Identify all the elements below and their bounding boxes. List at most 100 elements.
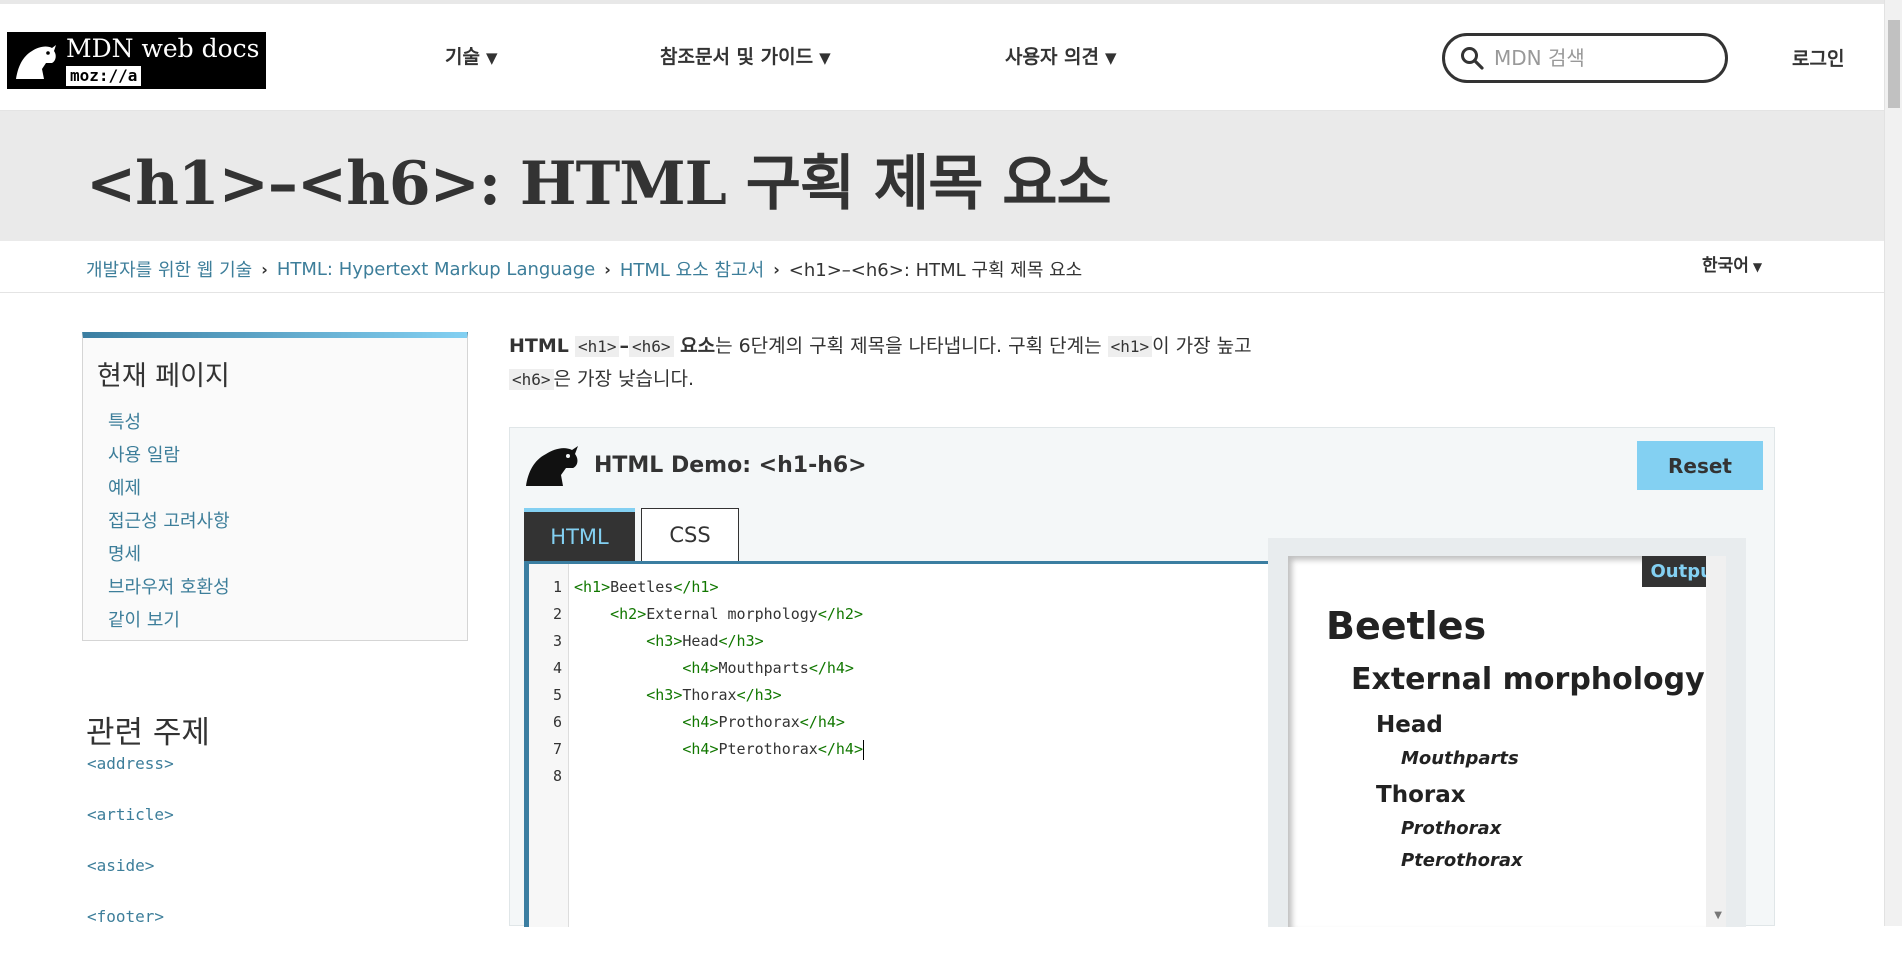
toc-item: 사용 일람 (108, 443, 230, 476)
text-cursor (863, 739, 864, 760)
output-scrollbar[interactable]: ▼ (1706, 556, 1726, 927)
toc-link-see-also[interactable]: 같이 보기 (108, 610, 180, 631)
demo-header: HTML Demo: <h1-h6> (524, 442, 867, 488)
caret-down-icon: ▼ (485, 49, 498, 67)
related-link-address[interactable]: <address> (87, 754, 174, 773)
language-selector[interactable]: 한국어 ▼ (1702, 251, 1762, 276)
code-line[interactable]: <h4>Pterothorax</h4> (574, 736, 864, 763)
page-title: <h1>–<h6>: HTML 구획 제목 요소 (86, 149, 1112, 219)
dinosaur-icon (7, 32, 62, 89)
mdn-logo[interactable]: MDN web docs moz://a (7, 32, 266, 89)
toc-link-specifications[interactable]: 명세 (108, 544, 141, 565)
intro-bold-tail: 요소 (673, 335, 716, 357)
toc-item: 명세 (108, 542, 230, 575)
toc-link-attributes[interactable]: 특성 (108, 412, 141, 433)
line-number: 5 (552, 686, 562, 704)
tab-html[interactable]: HTML (524, 508, 635, 561)
related-item: <address> (87, 752, 174, 803)
output-h2: External morphology (1351, 662, 1705, 697)
intro-code-h6-second: <h6> (509, 369, 554, 390)
line-number: 2 (552, 605, 562, 623)
logo-mozilla: moz://a (66, 66, 142, 86)
toc-item: 브라우저 호환성 (108, 575, 230, 608)
code-lines[interactable]: <h1>Beetles</h1> <h2>External morphology… (574, 574, 864, 790)
code-text: Mouthparts (718, 659, 809, 677)
nav-label: 참조문서 및 가이드 (660, 46, 814, 68)
code-text: Head (682, 632, 719, 650)
intro-code-h6: <h6> (628, 336, 674, 357)
reset-button[interactable]: Reset (1637, 441, 1763, 490)
code-close-tag: </h4> (799, 713, 845, 731)
code-line[interactable]: <h2>External morphology</h2> (574, 601, 864, 628)
related-item: <footer> (87, 905, 174, 956)
dinosaur-icon (524, 442, 580, 488)
breadcrumb-web-tech[interactable]: 개발자를 위한 웹 기술 (86, 256, 252, 282)
code-open-tag: <h3> (646, 686, 683, 704)
related-item: <article> (87, 803, 174, 854)
breadcrumb-html[interactable]: HTML: Hypertext Markup Language (277, 259, 595, 280)
toc-panel: 현재 페이지 특성 사용 일람 예제 접근성 고려사항 명세 브라우저 호환성 … (82, 332, 468, 641)
output-h4-pterothorax: Pterothorax (1401, 850, 1523, 871)
toc-link-usage[interactable]: 사용 일람 (108, 445, 180, 466)
interactive-demo: HTML Demo: <h1-h6> Reset HTML CSS 1 2 3 … (509, 427, 1775, 927)
toc-item: 같이 보기 (108, 608, 230, 641)
code-open-tag: <h3> (646, 632, 683, 650)
intro-paragraph: HTML <h1> – <h6> 요소는 6단계의 구획 제목을 나타냅니다. 구획… (509, 330, 1339, 396)
code-line[interactable]: <h4>Prothorax</h4> (574, 709, 864, 736)
toc-title: 현재 페이지 (97, 361, 230, 392)
search-box[interactable] (1442, 33, 1728, 83)
site-header: MDN web docs moz://a 기술 ▼ 참조문서 및 가이드 ▼ 사용자… (0, 4, 1884, 111)
related-link-footer[interactable]: <footer> (87, 907, 164, 926)
output-frame[interactable]: Beetles External morphology Head Mouthpa… (1288, 556, 1726, 927)
code-close-tag: </h3> (718, 632, 764, 650)
code-editor[interactable]: 1 2 3 4 5 6 7 8 <h1>Beetles</h1> <h2>Ext… (524, 561, 1290, 927)
code-text: Thorax (682, 686, 737, 704)
code-line[interactable]: <h3>Thorax</h3> (574, 682, 864, 709)
output-container: Beetles External morphology Head Mouthpa… (1268, 538, 1746, 927)
page-scrollbar[interactable] (1884, 0, 1902, 926)
logo-title: MDN web docs (66, 34, 260, 63)
code-open-tag: <h1> (574, 578, 611, 596)
scrollbar-thumb[interactable] (1888, 20, 1900, 108)
search-icon[interactable] (1460, 46, 1484, 70)
language-label: 한국어 (1702, 256, 1749, 276)
line-number: 3 (552, 632, 562, 650)
code-close-tag: </h4> (817, 740, 863, 758)
login-link[interactable]: 로그인 (1792, 44, 1844, 71)
code-text: Pterothorax (718, 740, 818, 758)
code-line[interactable]: <h4>Mouthparts</h4> (574, 655, 864, 682)
toc-link-browser-compat[interactable]: 브라우저 호환성 (108, 577, 230, 598)
output-h4-prothorax: Prothorax (1401, 818, 1502, 839)
output-h3-thorax: Thorax (1376, 782, 1466, 808)
intro-code-h1-second: <h1> (1107, 336, 1153, 357)
tab-css[interactable]: CSS (641, 508, 739, 561)
breadcrumb-html-elements[interactable]: HTML 요소 참고서 (620, 256, 764, 282)
nav-references-guides[interactable]: 참조문서 및 가이드 ▼ (660, 42, 831, 69)
demo-title: HTML Demo: <h1-h6> (594, 452, 867, 478)
nav-technologies[interactable]: 기술 ▼ (445, 42, 498, 69)
related-link-article[interactable]: <article> (87, 805, 174, 824)
related-title: 관련 주제 (86, 715, 210, 751)
code-line[interactable] (574, 763, 864, 790)
toc-list: 특성 사용 일람 예제 접근성 고려사항 명세 브라우저 호환성 같이 보기 (108, 410, 230, 641)
code-line[interactable]: <h3>Head</h3> (574, 628, 864, 655)
search-input[interactable] (1492, 45, 1716, 71)
scroll-down-arrow-icon[interactable]: ▼ (1714, 910, 1722, 921)
related-link-aside[interactable]: <aside> (87, 856, 154, 875)
intro-text: 이 가장 높고 (1152, 335, 1252, 357)
intro-lead: HTML (509, 335, 569, 357)
title-banner: <h1>–<h6>: HTML 구획 제목 요소 (0, 111, 1884, 241)
line-number-gutter: 1 2 3 4 5 6 7 8 (529, 564, 569, 927)
caret-down-icon: ▼ (1105, 49, 1117, 67)
code-close-tag: </h2> (817, 605, 863, 623)
nav-feedback[interactable]: 사용자 의견 ▼ (1005, 42, 1117, 69)
toc-link-examples[interactable]: 예제 (108, 478, 141, 499)
output-h4-mouthparts: Mouthparts (1401, 748, 1519, 769)
code-line[interactable]: <h1>Beetles</h1> (574, 574, 864, 601)
chevron-right-icon: › (604, 259, 611, 279)
nav-label: 기술 (445, 46, 480, 68)
toc-link-accessibility[interactable]: 접근성 고려사항 (108, 511, 230, 532)
line-number: 7 (552, 740, 562, 758)
code-open-tag: <h2> (610, 605, 647, 623)
